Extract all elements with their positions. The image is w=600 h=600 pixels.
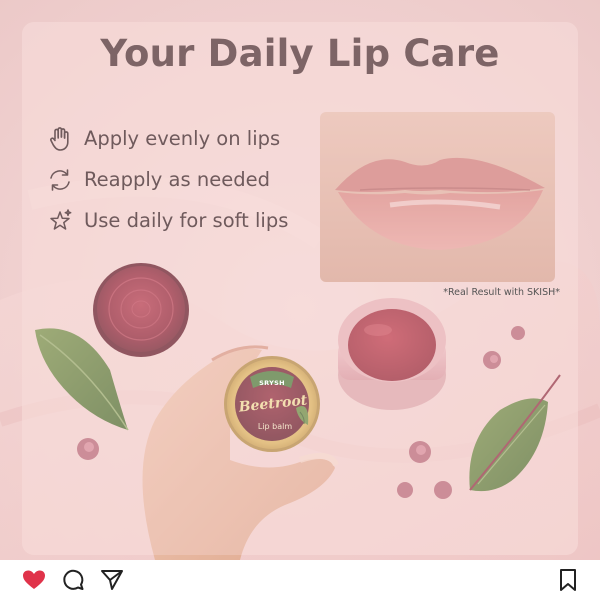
send-icon[interactable] bbox=[99, 567, 125, 593]
sparkle-star-icon bbox=[46, 207, 74, 235]
product-type: Lip balm bbox=[257, 422, 293, 431]
benefit-item-apply: Apply evenly on lips bbox=[46, 118, 288, 159]
post-action-bar bbox=[0, 560, 600, 600]
result-disclaimer: *Real Result with SKISH* bbox=[443, 287, 560, 298]
benefit-list: Apply evenly on lips Reapply as needed U… bbox=[46, 118, 288, 241]
bookmark-icon[interactable] bbox=[555, 567, 581, 593]
benefit-text: Apply evenly on lips bbox=[84, 127, 281, 150]
heart-icon[interactable] bbox=[21, 567, 47, 593]
product-brand: SRYSH bbox=[259, 379, 285, 387]
comment-icon[interactable] bbox=[60, 567, 86, 593]
refresh-icon bbox=[46, 166, 74, 194]
post-title: Your Daily Lip Care bbox=[100, 32, 500, 75]
post-image: Your Daily Lip Care Apply evenly on lips bbox=[0, 0, 600, 560]
benefit-text: Reapply as needed bbox=[84, 168, 270, 191]
benefit-text: Use daily for soft lips bbox=[84, 209, 289, 232]
benefit-item-reapply: Reapply as needed bbox=[46, 159, 288, 200]
benefit-item-daily: Use daily for soft lips bbox=[46, 200, 288, 241]
hand-icon bbox=[46, 125, 74, 153]
